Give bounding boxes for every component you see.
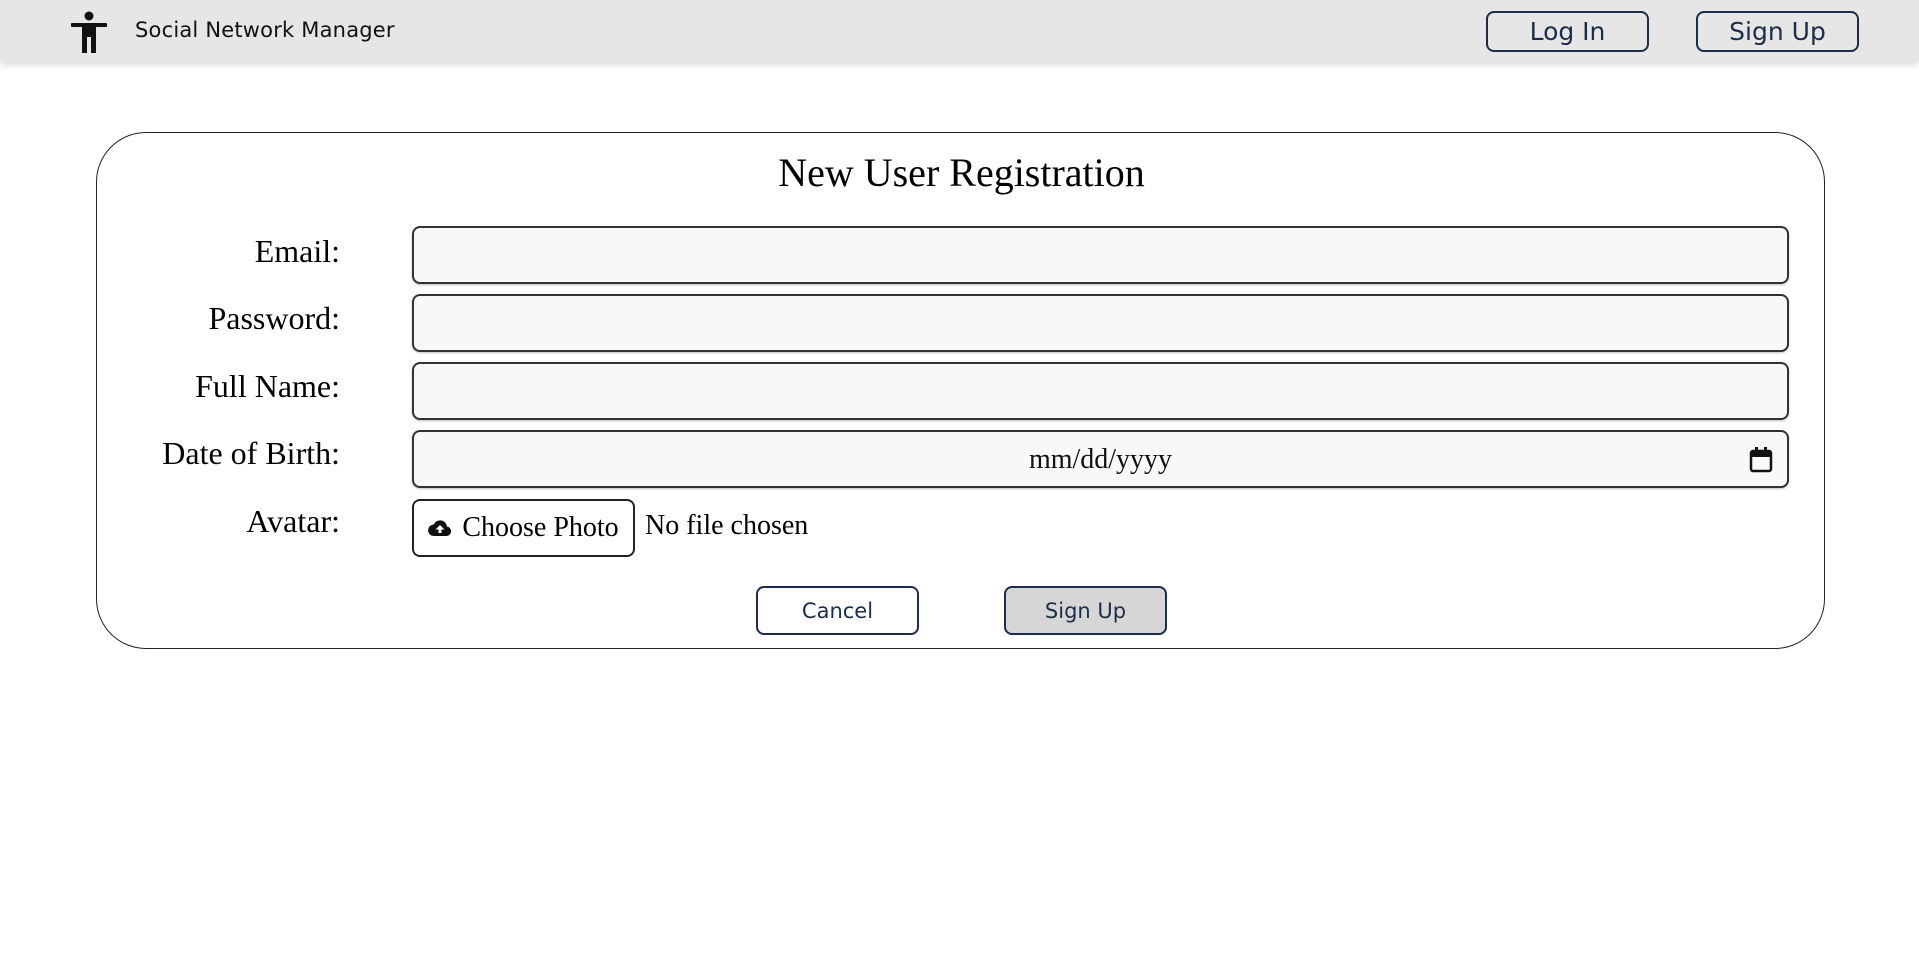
login-button[interactable]: Log In	[1486, 11, 1649, 52]
password-label: Password:	[208, 300, 340, 336]
full-name-label: Full Name:	[195, 368, 340, 404]
cloud-upload-icon	[428, 520, 452, 537]
avatar-label: Avatar:	[246, 503, 340, 539]
accessibility-person-icon	[71, 11, 107, 53]
email-field[interactable]	[412, 226, 1789, 284]
dob-date-field[interactable]: mm/dd/yyyy	[412, 430, 1789, 488]
form-title: New User Registration	[778, 150, 1145, 195]
file-status-text: No file chosen	[645, 510, 809, 541]
dob-placeholder: mm/dd/yyyy	[1028, 444, 1173, 475]
password-field[interactable]	[412, 294, 1789, 352]
dob-label: Date of Birth:	[162, 435, 340, 471]
calendar-icon[interactable]	[1749, 447, 1773, 473]
signup-submit-button[interactable]: Sign Up	[1004, 586, 1167, 635]
email-label: Email:	[254, 233, 340, 269]
signup-nav-button[interactable]: Sign Up	[1696, 11, 1859, 52]
registration-card: New User Registration Email: Password: F…	[96, 132, 1825, 649]
choose-photo-label: Choose Photo	[462, 512, 619, 543]
cancel-button[interactable]: Cancel	[756, 586, 919, 635]
top-navbar: Social Network Manager Log In Sign Up	[0, 0, 1919, 62]
choose-photo-button[interactable]: Choose Photo	[412, 499, 635, 557]
full-name-field[interactable]	[412, 362, 1789, 420]
app-title[interactable]: Social Network Manager	[135, 18, 395, 42]
